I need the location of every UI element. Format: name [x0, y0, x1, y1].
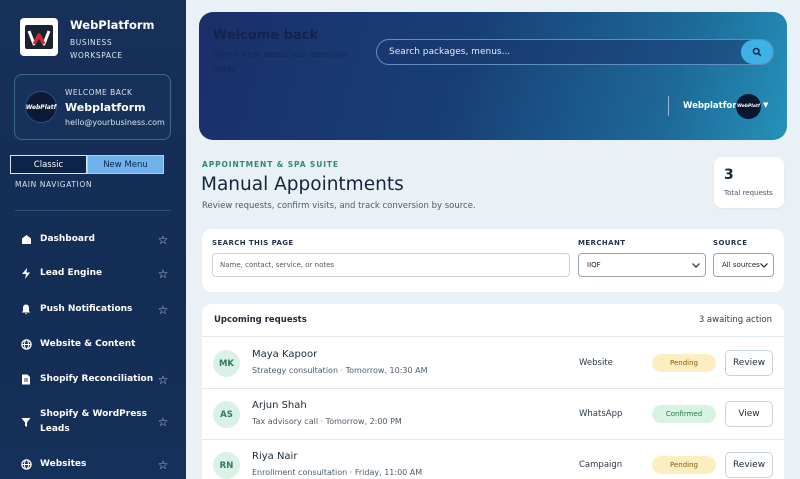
classic-menu-button[interactable]: Classic — [10, 155, 87, 174]
status-badge: Pending — [652, 456, 716, 474]
top-header: Welcome back Here's what needs your atte… — [199, 12, 787, 140]
sidebar: WebPlatform BUSINESS WORKSPACE WebPlatf … — [0, 0, 186, 479]
sidebar-item-shopify-reconciliation[interactable]: Shopify Reconciliation ☆ — [20, 372, 170, 387]
main-navigation-label: MAIN NAVIGATION — [15, 180, 93, 189]
avatar: WebPlatf — [25, 91, 57, 123]
document-icon — [20, 374, 32, 386]
sidebar-item-label: Dashboard — [40, 234, 95, 244]
source-select[interactable]: All sources — [713, 253, 774, 277]
avatar[interactable]: WebPlatf — [736, 94, 761, 119]
star-icon[interactable]: ☆ — [156, 458, 170, 472]
dashboard-icon — [20, 234, 32, 246]
search-page-label: SEARCH THIS PAGE — [212, 239, 294, 247]
request-source: Campaign — [579, 460, 623, 470]
requests-count: 3 awaiting action — [698, 315, 772, 325]
star-icon[interactable]: ☆ — [156, 303, 170, 317]
bell-icon — [20, 304, 32, 316]
merchant-label: MERCHANT — [578, 239, 626, 247]
page-subtitle: Review requests, confirm visits, and tra… — [202, 201, 476, 211]
globe-icon — [20, 339, 32, 351]
sidebar-item-push-notifications[interactable]: Push Notifications ☆ — [20, 302, 170, 317]
chevron-down-icon[interactable]: ▼ — [763, 101, 768, 109]
source-select-value: All sources — [722, 261, 760, 269]
request-name: Riya Nair — [252, 451, 298, 462]
header-divider — [668, 96, 669, 116]
welcome-email: hello@yourbusiness.com — [65, 117, 165, 127]
source-label: SOURCE — [713, 239, 748, 247]
request-name: Maya Kapoor — [252, 349, 318, 360]
sidebar-item-label: Shopify Reconciliation — [40, 374, 154, 384]
welcome-label: WELCOME BACK — [65, 87, 133, 97]
total-requests-card: 3 Total requests — [714, 157, 784, 208]
sidebar-item-label: Website & Content — [40, 339, 136, 349]
page-title: Manual Appointments — [201, 174, 404, 195]
sidebar-item-label: Lead Engine — [40, 268, 103, 278]
welcome-card[interactable]: WebPlatf WELCOME BACK Webplatform hello@… — [14, 74, 171, 140]
brand[interactable]: WebPlatform BUSINESS WORKSPACE — [20, 18, 155, 62]
lightning-icon — [20, 268, 32, 280]
request-detail: Tax advisory call · Tomorrow, 2:00 PM — [252, 417, 402, 426]
merchant-select[interactable]: IIQF — [578, 253, 706, 277]
page-search-input[interactable] — [212, 253, 570, 277]
request-source: Website — [579, 358, 613, 368]
review-button[interactable]: Review — [725, 452, 773, 478]
sidebar-item-lead-engine[interactable]: Lead Engine ☆ — [20, 266, 170, 281]
table-row[interactable]: MK Maya Kapoor Strategy consultation · T… — [202, 338, 784, 389]
avatar: AS — [213, 401, 240, 428]
search-icon — [752, 47, 762, 57]
star-icon[interactable]: ☆ — [156, 373, 170, 387]
request-name: Arjun Shah — [252, 400, 307, 411]
sidebar-item-label: Websites — [40, 459, 87, 469]
merchant-select-value: IIQF — [587, 261, 601, 269]
star-icon[interactable]: ☆ — [156, 233, 170, 247]
sidebar-item-label: Shopify & WordPress Leads — [40, 409, 148, 434]
total-requests-value: 3 — [724, 167, 734, 183]
brand-subtitle-line2: WORKSPACE — [70, 51, 123, 60]
header-welcome-title: Welcome back — [213, 28, 319, 43]
request-detail: Strategy consultation · Tomorrow, 10:30 … — [252, 366, 428, 375]
request-source: WhatsApp — [579, 409, 623, 419]
search-button[interactable] — [741, 40, 773, 64]
new-menu-button[interactable]: New Menu — [87, 155, 164, 174]
sidebar-item-website-content[interactable]: Website & Content — [20, 337, 170, 352]
sidebar-item-websites[interactable]: Websites ☆ — [20, 457, 170, 472]
brand-logo — [20, 18, 58, 56]
filters-panel: SEARCH THIS PAGE MERCHANT IIQF SOURCE Al… — [202, 229, 784, 292]
brand-name: WebPlatform — [70, 18, 155, 32]
requests-header: Upcoming requests 3 awaiting action — [202, 304, 784, 337]
sidebar-divider — [15, 210, 171, 211]
page-eyebrow: APPOINTMENT & SPA SUITE — [202, 160, 339, 169]
header-welcome-subtitle: Here's what needs your attention today — [213, 50, 347, 73]
request-detail: Enrollment consultation · Friday, 11:00 … — [252, 468, 423, 477]
brand-subtitle-line1: BUSINESS — [70, 38, 113, 47]
globe-icon — [20, 459, 32, 471]
table-row[interactable]: AS Arjun Shah Tax advisory call · Tomorr… — [202, 389, 784, 440]
requests-title: Upcoming requests — [214, 315, 307, 325]
upcoming-requests-panel: Upcoming requests 3 awaiting action MK M… — [202, 304, 784, 479]
status-badge: Confirmed — [652, 405, 716, 423]
sidebar-item-dashboard[interactable]: Dashboard ☆ — [20, 232, 170, 247]
total-requests-label: Total requests — [724, 189, 773, 197]
star-icon[interactable]: ☆ — [156, 415, 170, 429]
welcome-name: Webplatform — [65, 100, 146, 114]
table-row[interactable]: RN Riya Nair Enrollment consultation · F… — [202, 440, 784, 479]
search-bar — [376, 39, 774, 65]
status-badge: Pending — [652, 354, 716, 372]
chevron-down-icon — [692, 262, 700, 268]
menu-toggle: Classic New Menu — [10, 155, 164, 174]
chevron-down-icon — [760, 262, 768, 268]
view-button[interactable]: View — [725, 401, 773, 427]
sidebar-item-label: Push Notifications — [40, 304, 133, 314]
avatar: RN — [213, 452, 240, 479]
review-button[interactable]: Review — [725, 350, 773, 376]
avatar: MK — [213, 350, 240, 377]
sidebar-item-shopify-wordpress-leads[interactable]: Shopify & WordPress Leads ☆ — [20, 407, 170, 437]
search-input[interactable] — [389, 47, 741, 57]
star-icon[interactable]: ☆ — [156, 267, 170, 281]
filter-icon — [20, 416, 32, 428]
